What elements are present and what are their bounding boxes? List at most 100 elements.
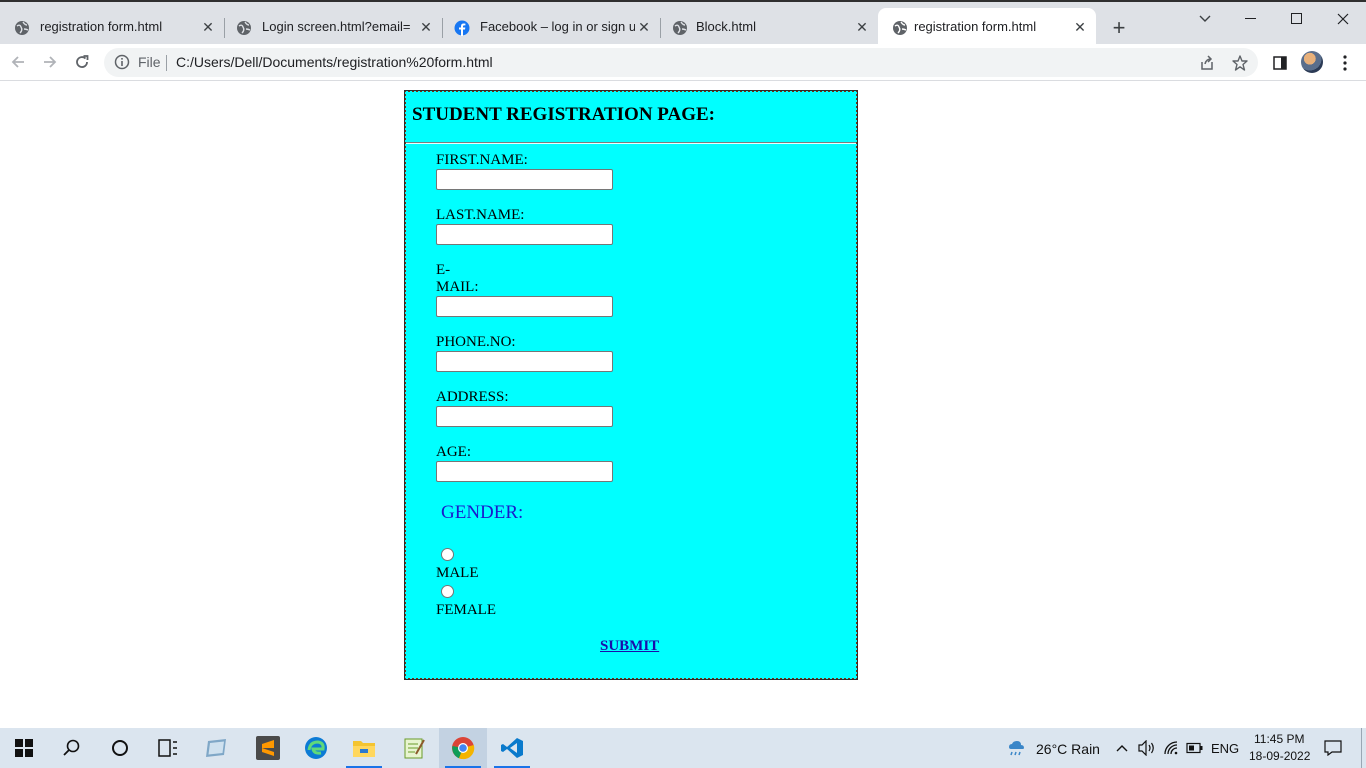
app-window-icon (206, 739, 226, 757)
age-input[interactable] (436, 461, 613, 482)
taskbar-app-notepad-style[interactable] (192, 728, 240, 768)
search-icon (63, 739, 80, 756)
cortana-button[interactable] (96, 728, 144, 768)
age-label: AGE: (436, 444, 471, 460)
close-icon[interactable]: ✕ (634, 17, 654, 37)
tab-strip: registration form.html ✕ Login screen.ht… (0, 0, 1366, 46)
female-radio[interactable] (441, 585, 454, 598)
profile-avatar[interactable] (1301, 51, 1323, 73)
phone-label: PHONE.NO: (436, 334, 516, 350)
notification-icon[interactable] (1323, 738, 1343, 758)
phone-input[interactable] (436, 351, 613, 372)
search-button[interactable] (48, 728, 96, 768)
clock-time[interactable]: 11:45 PM (1254, 732, 1304, 746)
tab-facebook[interactable]: Facebook – log in or sign up ✕ (440, 8, 662, 46)
forward-button[interactable] (38, 50, 62, 74)
first-name-input[interactable] (436, 169, 613, 190)
clock-date[interactable]: 18-09-2022 (1249, 749, 1310, 763)
submit-link[interactable]: SUBMIT (600, 638, 659, 655)
wifi-icon[interactable] (1161, 738, 1181, 758)
tab-registration-form-active[interactable]: registration form.html ✕ (878, 8, 1096, 46)
close-window-button[interactable] (1320, 6, 1366, 32)
address-bar[interactable]: File C:/Users/Dell/Documents/registratio… (104, 48, 1258, 77)
close-icon[interactable]: ✕ (198, 17, 218, 37)
first-name-label: FIRST.NAME: (436, 152, 528, 168)
back-button[interactable] (6, 50, 30, 74)
chrome-icon (452, 737, 475, 760)
reload-button[interactable] (70, 50, 94, 74)
email-label-line1: E- (436, 262, 451, 278)
registration-form: STUDENT REGISTRATION PAGE: FIRST.NAME: L… (404, 90, 858, 680)
start-button[interactable] (0, 728, 48, 768)
volume-icon[interactable] (1137, 738, 1157, 758)
taskbar-app-vscode[interactable] (488, 728, 536, 768)
close-icon[interactable]: ✕ (1070, 17, 1090, 37)
vscode-icon (501, 738, 523, 758)
notepad-plus-icon (404, 738, 425, 759)
maximize-button[interactable] (1274, 6, 1320, 32)
minimize-icon (1245, 18, 1256, 19)
male-label: MALE (436, 565, 479, 581)
share-icon[interactable] (1198, 54, 1216, 72)
chevron-up-icon[interactable] (1112, 738, 1132, 758)
tab-title: registration form.html (40, 19, 163, 34)
task-view-button[interactable] (144, 728, 192, 768)
close-icon (1337, 13, 1349, 25)
gender-heading: GENDER: (441, 502, 524, 523)
tab-title: Facebook – log in or sign up (480, 19, 635, 34)
title-divider (406, 142, 856, 144)
address-label: ADDRESS: (436, 389, 509, 405)
browser-toolbar: File C:/Users/Dell/Documents/registratio… (0, 44, 1366, 81)
taskbar-app-file-explorer[interactable] (340, 728, 388, 768)
folder-icon (353, 741, 375, 757)
taskbar-app-chrome[interactable] (439, 728, 487, 768)
arrow-left-icon (11, 56, 24, 68)
star-icon[interactable] (1231, 54, 1249, 72)
address-divider (166, 55, 167, 71)
show-desktop-divider[interactable] (1361, 728, 1362, 768)
last-name-input[interactable] (436, 224, 613, 245)
email-input[interactable] (436, 296, 613, 317)
globe-icon (893, 21, 907, 35)
new-tab-button[interactable]: + (1106, 16, 1132, 42)
taskbar-app-sublime[interactable] (244, 728, 292, 768)
cortana-circle-icon (112, 740, 128, 756)
arrow-right-icon (44, 56, 57, 68)
weather-text[interactable]: 26°C Rain (1036, 741, 1100, 757)
close-icon[interactable]: ✕ (416, 17, 436, 37)
url-text[interactable]: C:/Users/Dell/Documents/registration%20f… (176, 54, 493, 70)
tab-search-chevron-icon[interactable] (1182, 6, 1228, 32)
language-indicator[interactable]: ENG (1211, 741, 1239, 756)
last-name-label: LAST.NAME: (436, 207, 525, 223)
globe-icon (673, 21, 687, 35)
tab-login-screen[interactable]: Login screen.html?email=&p ✕ (222, 8, 444, 46)
tab-block[interactable]: Block.html ✕ (658, 8, 878, 46)
minimize-button[interactable] (1228, 6, 1274, 32)
globe-icon (15, 21, 29, 35)
tab-title: Login screen.html?email=&p (262, 19, 410, 34)
address-input[interactable] (436, 406, 613, 427)
weather-rain-icon[interactable] (1006, 738, 1026, 758)
facebook-icon (454, 20, 470, 36)
tab-title: registration form.html (914, 19, 1037, 34)
male-radio[interactable] (441, 548, 454, 561)
taskbar-app-edge[interactable] (292, 728, 340, 768)
edge-icon (305, 737, 327, 759)
scheme-label: File (138, 54, 161, 70)
email-label-line2: MAIL: (436, 279, 479, 295)
sublime-text-icon (256, 736, 280, 760)
female-label: FEMALE (436, 602, 496, 618)
taskbar-app-notepad-plus[interactable] (390, 728, 438, 768)
info-icon[interactable] (114, 54, 130, 70)
task-view-icon (158, 739, 177, 757)
tab-title: Block.html (696, 19, 756, 34)
reload-icon (76, 55, 89, 68)
close-icon[interactable]: ✕ (852, 17, 872, 37)
tab-registration-form-1[interactable]: registration form.html ✕ (0, 8, 222, 46)
windows-logo-icon (15, 739, 33, 757)
maximize-icon (1291, 13, 1302, 24)
menu-kebab-icon[interactable] (1335, 53, 1355, 73)
side-panel-icon[interactable] (1270, 53, 1290, 73)
globe-icon (237, 21, 251, 35)
battery-icon[interactable] (1185, 738, 1205, 758)
